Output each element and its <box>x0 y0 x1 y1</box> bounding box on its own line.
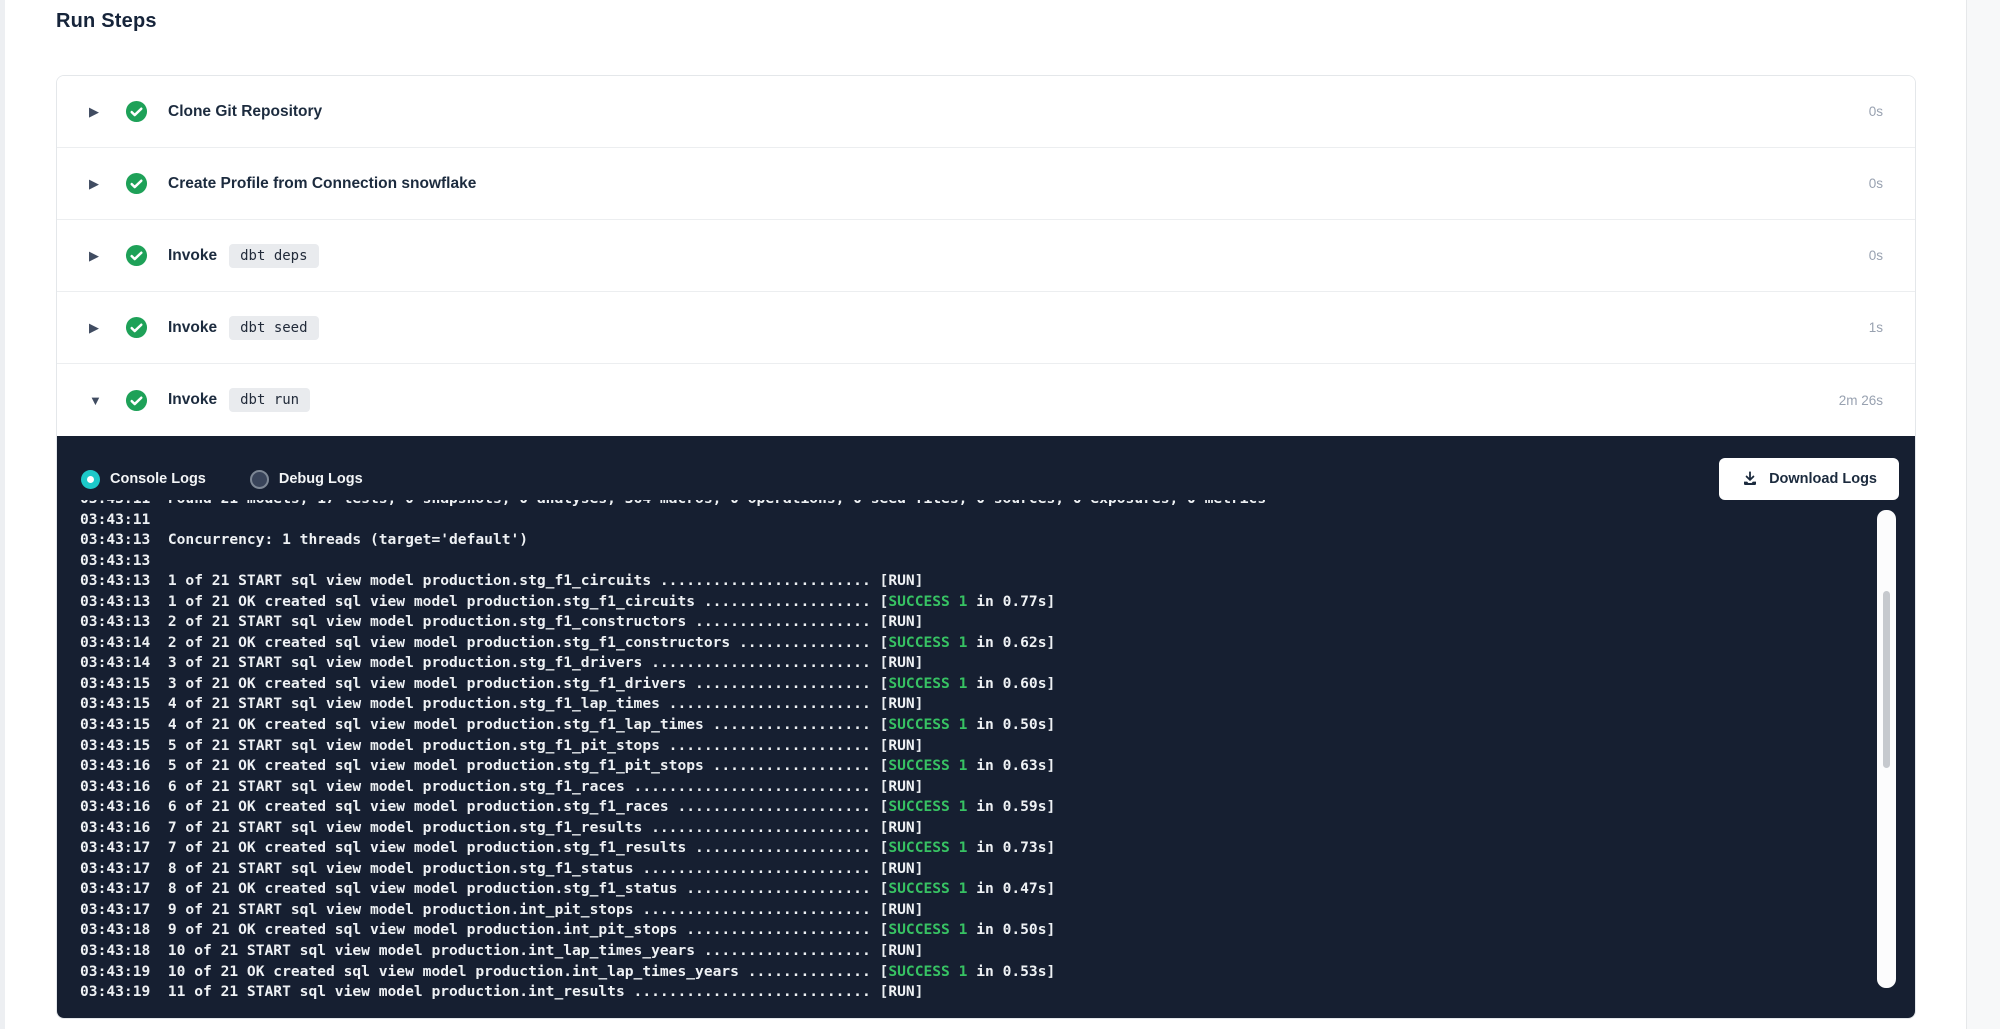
log-line: 03:43:16 5 of 21 OK created sql view mod… <box>80 756 1915 777</box>
chevron-down-icon[interactable]: ▼ <box>89 394 107 407</box>
radio-unselected-icon[interactable] <box>250 470 269 489</box>
download-logs-button[interactable]: Download Logs <box>1719 458 1899 500</box>
log-scrollbar[interactable] <box>1877 510 1896 988</box>
log-line: 03:43:13 <box>80 551 1915 572</box>
chevron-right-icon[interactable]: ▶ <box>89 177 107 190</box>
page-title: Run Steps <box>56 10 157 33</box>
step-label: Invoke <box>168 247 217 265</box>
step-command-chip: dbt deps <box>229 244 318 268</box>
log-success-text: SUCCESS 1 <box>888 963 967 980</box>
step-duration: 0s <box>1869 176 1883 191</box>
log-success-text: SUCCESS 1 <box>888 634 967 651</box>
log-line: 03:43:13 Concurrency: 1 threads (target=… <box>80 530 1915 551</box>
log-line: 03:43:17 8 of 21 START sql view model pr… <box>80 859 1915 880</box>
step-row-4[interactable]: ▼ Invoke dbt run 2m 26s <box>57 364 1915 436</box>
log-line: 03:43:15 4 of 21 OK created sql view mod… <box>80 715 1915 736</box>
log-line: 03:43:11 <box>80 510 1915 531</box>
log-line: 03:43:18 10 of 21 START sql view model p… <box>80 941 1915 962</box>
check-circle-icon <box>125 389 148 412</box>
step-label: Invoke <box>168 391 217 409</box>
radio-console-logs[interactable]: Console Logs <box>81 470 206 489</box>
log-line: 03:43:17 9 of 21 START sql view model pr… <box>80 900 1915 921</box>
download-icon <box>1741 470 1759 488</box>
step-label: Invoke <box>168 319 217 337</box>
log-success-text: SUCCESS 1 <box>888 675 967 692</box>
log-success-text: SUCCESS 1 <box>888 921 967 938</box>
step-duration: 1s <box>1869 320 1883 335</box>
radio-debug-logs[interactable]: Debug Logs <box>250 470 363 489</box>
log-line: 03:43:13 1 of 21 START sql view model pr… <box>80 571 1915 592</box>
step-row-0[interactable]: ▶ Clone Git Repository 0s <box>57 76 1915 148</box>
chevron-right-icon[interactable]: ▶ <box>89 249 107 262</box>
log-success-text: SUCCESS 1 <box>888 880 967 897</box>
check-circle-icon <box>125 244 148 267</box>
log-success-text: SUCCESS 1 <box>888 716 967 733</box>
chevron-right-icon[interactable]: ▶ <box>89 321 107 334</box>
log-line: 03:43:14 2 of 21 OK created sql view mod… <box>80 633 1915 654</box>
log-type-radio-group: Console Logs Debug Logs <box>81 470 363 489</box>
download-logs-label: Download Logs <box>1769 471 1877 487</box>
log-line: 03:43:18 9 of 21 OK created sql view mod… <box>80 920 1915 941</box>
step-command-chip: dbt run <box>229 388 310 412</box>
log-line: 03:43:16 6 of 21 START sql view model pr… <box>80 777 1915 798</box>
log-success-text: SUCCESS 1 <box>888 593 967 610</box>
log-line: 03:43:19 11 of 21 START sql view model p… <box>80 982 1915 1003</box>
log-line: 03:43:16 7 of 21 START sql view model pr… <box>80 818 1915 839</box>
log-line: 03:43:15 3 of 21 OK created sql view mod… <box>80 674 1915 695</box>
log-line: 03:43:17 8 of 21 OK created sql view mod… <box>80 879 1915 900</box>
radio-selected-icon[interactable] <box>81 470 100 489</box>
step-row-1[interactable]: ▶ Create Profile from Connection snowflak… <box>57 148 1915 220</box>
check-circle-icon <box>125 100 148 123</box>
check-circle-icon <box>125 316 148 339</box>
log-line: 03:43:14 3 of 21 START sql view model pr… <box>80 653 1915 674</box>
log-line: 03:43:16 6 of 21 OK created sql view mod… <box>80 797 1915 818</box>
log-success-text: SUCCESS 1 <box>888 798 967 815</box>
page-left-edge <box>0 0 5 1029</box>
step-label: Clone Git Repository <box>168 103 322 121</box>
log-success-text: SUCCESS 1 <box>888 839 967 856</box>
log-line: 03:43:13 1 of 21 OK created sql view mod… <box>80 592 1915 613</box>
step-label: Create Profile from Connection snowflake <box>168 175 476 193</box>
run-steps-card: ▶ Clone Git Repository 0s ▶ Create Profile f… <box>56 75 1916 1019</box>
log-line: 03:43:15 5 of 21 START sql view model pr… <box>80 736 1915 757</box>
check-circle-icon <box>125 172 148 195</box>
step-row-2[interactable]: ▶ Invoke dbt deps 0s <box>57 220 1915 292</box>
step-duration: 0s <box>1869 248 1883 263</box>
log-scrollbar-thumb[interactable] <box>1883 591 1890 768</box>
log-line: 03:43:13 2 of 21 START sql view model pr… <box>80 612 1915 633</box>
radio-label: Console Logs <box>110 471 206 487</box>
log-line: 03:43:15 4 of 21 START sql view model pr… <box>80 694 1915 715</box>
step-command-chip: dbt seed <box>229 316 318 340</box>
log-line: 03:43:11 Found 21 models, 17 tests, 0 sn… <box>80 500 1915 510</box>
step-duration: 2m 26s <box>1839 393 1883 408</box>
log-panel: Console Logs Debug Logs Download Logs 03:… <box>57 436 1915 1018</box>
log-success-text: SUCCESS 1 <box>888 757 967 774</box>
page-right-gutter <box>1966 0 2000 1029</box>
chevron-right-icon[interactable]: ▶ <box>89 105 107 118</box>
step-list: ▶ Clone Git Repository 0s ▶ Create Profile f… <box>57 76 1915 436</box>
step-duration: 0s <box>1869 104 1883 119</box>
step-row-3[interactable]: ▶ Invoke dbt seed 1s <box>57 292 1915 364</box>
console-log-output[interactable]: 03:43:11 Found 21 models, 17 tests, 0 sn… <box>57 500 1915 1018</box>
radio-label: Debug Logs <box>279 471 363 487</box>
log-line: 03:43:19 10 of 21 OK created sql view mo… <box>80 962 1915 983</box>
log-toolbar: Console Logs Debug Logs Download Logs <box>57 436 1915 500</box>
log-line: 03:43:17 7 of 21 OK created sql view mod… <box>80 838 1915 859</box>
